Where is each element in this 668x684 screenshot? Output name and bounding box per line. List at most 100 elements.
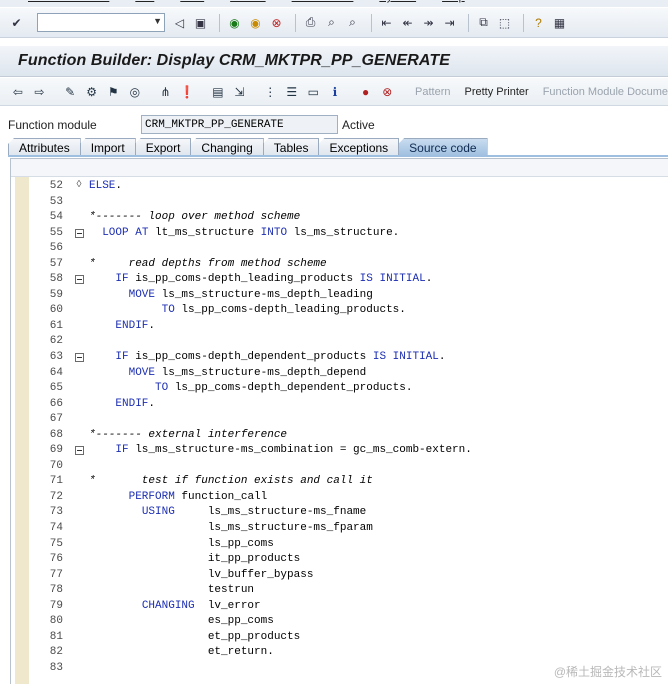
function-module-field[interactable]: CRM_MKTPR_PP_GENERATE [141,115,338,134]
code-line[interactable]: 82 et_return. [11,645,668,661]
code-line[interactable]: 73 USING ls_ms_structure-ms_fname [11,505,668,521]
code-line[interactable]: 54 *------- loop over method scheme [11,210,668,226]
back-arrow-icon[interactable]: ◁ [171,14,188,31]
pattern-button[interactable]: Pattern [415,86,450,98]
collapse-block-icon[interactable] [75,275,84,285]
code-line[interactable]: 72 PERFORM function_call [11,490,668,506]
screen-icon[interactable]: ▭ [306,83,322,100]
shortcut-icon[interactable]: ⬚ [496,14,513,31]
navigation-icon[interactable]: ⇲ [232,83,248,100]
display-object-list-icon[interactable]: ▤ [210,83,226,100]
code-line[interactable]: 61 ENDIF. [11,319,668,335]
system-toolbar: ✔ ▼ ◁ ▣ ◉ ◉ ⊗ ⎙ ⌕ ⌕ ⇤ ↞ ↠ ⇥ ⧉ ⬚ ? ▦ [0,8,668,38]
first-page-icon[interactable]: ⇤ [378,14,395,31]
code-line[interactable]: 68 *------- external interference [11,428,668,444]
menu-item-help[interactable]: Help [442,0,465,7]
check-icon[interactable]: ⚙ [84,83,100,100]
where-used-icon[interactable]: ⋔ [158,83,174,100]
enter-check-icon[interactable]: ✔ [8,14,25,31]
find-icon[interactable]: ⌕ [323,14,340,31]
tab-source-code[interactable]: Source code [398,138,488,156]
code-line[interactable]: 74 ls_ms_structure-ms_fparam [11,521,668,537]
last-page-icon[interactable]: ⇥ [441,14,458,31]
code-line[interactable]: 58 IF is_pp_coms-depth_leading_products … [11,272,668,288]
code-line[interactable]: 53 [11,195,668,211]
code-line[interactable]: 81 et_pp_products [11,630,668,646]
previous-page-icon[interactable]: ↞ [399,14,416,31]
menu-item-function-module[interactable]: Function Module [28,0,109,7]
tab-export[interactable]: Export [134,138,192,156]
pretty-printer-button[interactable]: Pretty Printer [465,86,529,98]
code-line[interactable]: 79 CHANGING lv_error [11,599,668,615]
menu-item-system[interactable]: System [379,0,416,7]
code-line[interactable]: 59 MOVE ls_ms_structure-ms_depth_leading [11,288,668,304]
tab-attributes[interactable]: Attributes [8,138,81,156]
line-number: 53 [49,195,63,208]
info-icon[interactable]: ℹ [327,83,343,100]
code-line[interactable]: 76 it_pp_products [11,552,668,568]
set-breakpoint-icon[interactable]: ● [358,83,374,100]
code-line[interactable]: 52 ELSE. [11,178,668,195]
code-lines[interactable]: 52 ELSE. 53 54 *------- loop over method sch… [11,178,668,677]
code-line[interactable]: 75 ls_pp_coms [11,537,668,553]
back-arrow-icon[interactable]: ⇦ [10,83,26,100]
layout-menu-icon[interactable]: ▦ [551,14,568,31]
tab-import[interactable]: Import [79,138,136,156]
test-icon[interactable]: ◎ [127,83,143,100]
code-line[interactable]: 60 TO ls_pp_coms-depth_leading_products. [11,303,668,319]
forward-arrow-icon[interactable]: ⇨ [32,83,48,100]
line-number: 71 [49,475,63,488]
function-module-docu-button[interactable]: Function Module Docume [543,86,668,98]
code-line[interactable]: 69 IF ls_ms_structure-ms_combination = g… [11,443,668,459]
source-code-editor[interactable]: 52 ELSE. 53 54 *------- loop over method sch… [10,158,668,684]
toolbar-separator [371,13,372,32]
code-line[interactable]: 77 lv_buffer_bypass [11,568,668,584]
code-line[interactable]: 57 * read depths from method scheme [11,257,668,273]
code-line[interactable]: 67 [11,412,668,428]
tab-exceptions[interactable]: Exceptions [318,138,400,156]
code-line[interactable]: 80 es_pp_coms [11,614,668,630]
code-text: ls_pp_coms [89,537,274,550]
find-next-icon[interactable]: ⌕ [344,14,361,31]
menu-item-environment[interactable]: Environment [292,0,354,7]
collapse-block-icon[interactable] [75,353,84,363]
menu-item-edit[interactable]: Edit [135,0,154,7]
tab-changing[interactable]: Changing [190,138,264,156]
activate-icon[interactable]: ⚑ [105,83,121,100]
new-session-icon[interactable]: ⧉ [475,14,492,31]
code-line[interactable]: 64 MOVE ls_ms_structure-ms_depth_depend [11,366,668,382]
cancel-icon[interactable]: ⊗ [268,14,285,31]
code-line[interactable]: 63 IF is_pp_coms-depth_dependent_product… [11,350,668,366]
collapse-block-icon[interactable] [75,228,84,238]
save-icon[interactable]: ▣ [192,14,209,31]
breakpoint-icon[interactable]: ❗ [179,83,195,100]
command-field[interactable]: ▼ [37,13,165,32]
next-page-icon[interactable]: ↠ [420,14,437,31]
exit-icon[interactable]: ◉ [247,14,264,31]
code-line[interactable]: 55 LOOP AT lt_ms_structure INTO ls_ms_st… [11,226,668,242]
display-change-icon[interactable]: ✎ [62,83,78,100]
stack-icon[interactable]: ☰ [284,83,300,100]
code-line[interactable]: 78 testrun [11,583,668,599]
back-icon[interactable]: ◉ [226,14,243,31]
print-icon[interactable]: ⎙ [302,14,319,31]
tab-tables[interactable]: Tables [262,138,320,156]
code-line[interactable]: 62 [11,334,668,350]
code-text: ls_ms_structure-ms_fparam [89,522,373,535]
menu-item-goto[interactable]: Goto [180,0,204,7]
collapse-block-icon[interactable] [75,446,84,456]
line-number: 64 [49,366,63,379]
code-line[interactable]: 65 TO ls_pp_coms-depth_dependent_product… [11,381,668,397]
delete-breakpoint-icon[interactable]: ⊗ [379,83,395,100]
help-icon[interactable]: ? [530,14,547,31]
code-line[interactable]: 66 ENDIF. [11,397,668,413]
hierarchy-icon[interactable]: ⋮ [262,83,278,100]
chevron-down-icon[interactable]: ▼ [153,16,162,26]
toolbar-separator [219,13,220,32]
code-line[interactable]: 56 [11,241,668,257]
menu-item-utilities[interactable]: Utilities [230,0,265,7]
code-line[interactable]: 70 [11,459,668,475]
line-number: 69 [49,444,63,457]
line-number: 73 [49,506,63,519]
code-line[interactable]: 71 * test if function exists and call it [11,474,668,490]
